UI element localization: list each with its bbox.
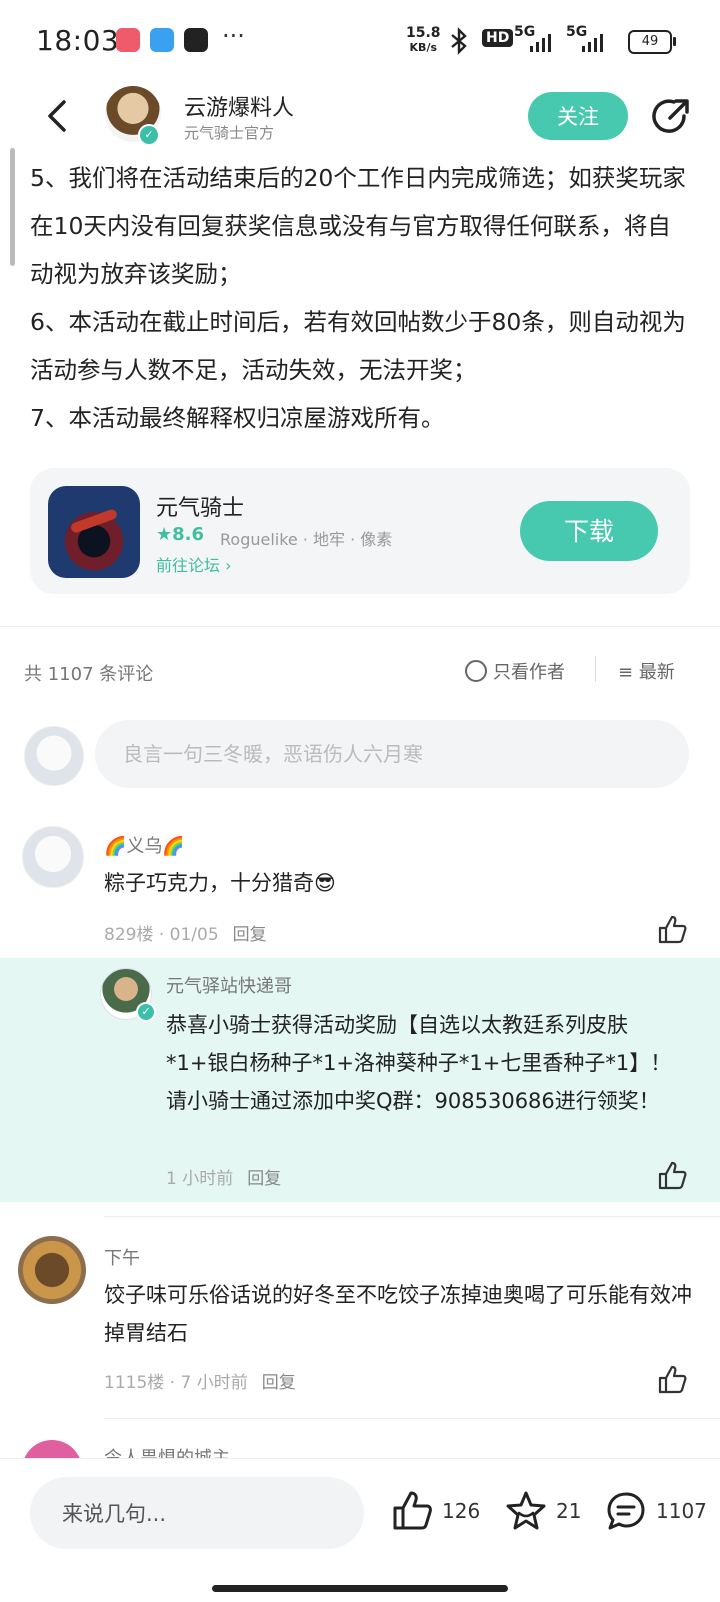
favorite-count: 21 [556, 1499, 582, 1523]
author-subtitle: 元气骑士官方 [184, 124, 275, 142]
favorite-star-icon[interactable] [504, 1489, 548, 1533]
like-icon[interactable] [390, 1489, 434, 1533]
bluetooth-icon [451, 27, 467, 55]
download-button[interactable]: 下载 [520, 501, 658, 561]
back-arrow-icon[interactable] [38, 96, 78, 136]
official-reply-box: ✓ 元气驿站快递哥 恭喜小骑士获得活动奖励【自选以太教廷系列皮肤*1+银白杨种子… [0, 958, 720, 1202]
bottom-action-bar: 来说几句... 126 21 1107 [0, 1458, 720, 1602]
scroll-indicator[interactable] [10, 148, 15, 266]
comment-input[interactable] [95, 720, 689, 788]
game-title[interactable]: 元气骑士 [156, 490, 244, 522]
only-author-label: 只看作者 [493, 662, 565, 683]
status-bar: 18:03 ··· 15.8 KB/s HD 5G 5G 49 [0, 0, 720, 82]
verified-badge-icon: ✓ [138, 124, 160, 146]
game-score: ★8.6 [156, 524, 205, 545]
comment-meta: 829楼 · 01/05 回复 [104, 925, 267, 945]
signal-icon-2 [582, 34, 603, 52]
sort-icon: ≡ [618, 662, 634, 683]
reply-verified-icon: ✓ [136, 1002, 156, 1022]
reply-reply-button[interactable]: 回复 [247, 1169, 281, 1189]
comment-bubble-icon[interactable] [604, 1489, 648, 1533]
comment-count-bottom: 1107 [656, 1499, 707, 1523]
commenter-name[interactable]: 下午 [104, 1244, 140, 1270]
article-paragraph-5: 5、我们将在活动结束后的20个工作日内完成筛选；如获奖玩家在10天内没有回复获奖… [30, 164, 686, 288]
comment-count: 共 1107 条评论 [24, 664, 154, 685]
article-paragraph-7: 7、本活动最终解释权归凉屋游戏所有。 [30, 404, 445, 432]
comment-divider [104, 1216, 720, 1217]
current-user-avatar [24, 726, 84, 786]
comment-divider [104, 1418, 720, 1419]
like-count: 126 [442, 1499, 481, 1523]
article-paragraph-6: 6、本活动在截止时间后，若有效回帖数少于80条，则自动视为活动参与人数不足，活动… [30, 308, 686, 384]
go-to-forum-link[interactable]: 前往论坛 › [156, 552, 232, 576]
signal-icon [530, 34, 551, 52]
network-speed: 15.8 KB/s [406, 25, 441, 54]
radio-icon [465, 660, 487, 682]
status-time: 18:03 [36, 24, 120, 57]
more-notifications-icon: ··· [222, 22, 245, 50]
write-comment-input[interactable]: 来说几句... [30, 1477, 364, 1549]
sort-latest-button[interactable]: ≡ 最新 [618, 658, 675, 684]
author-name[interactable]: 云游爆料人 [184, 90, 294, 122]
game-tags: Roguelike · 地牢 · 像素 [220, 530, 393, 549]
game-card[interactable]: 元气骑士 ★8.6 Roguelike · 地牢 · 像素 前往论坛 › 下载 [30, 468, 690, 594]
taptap-notification-icon [150, 28, 174, 52]
home-indicator[interactable] [212, 1585, 508, 1592]
follow-button[interactable]: 关注 [528, 92, 628, 140]
game-icon[interactable] [48, 486, 140, 578]
reply-like-icon[interactable] [656, 1160, 688, 1192]
video-notification-icon [184, 28, 208, 52]
section-divider [0, 626, 720, 627]
reply-meta: 1 小时前 回复 [166, 1169, 282, 1189]
comment-meta: 1115楼 · 7 小时前 回复 [104, 1373, 296, 1393]
app-notification-icon [116, 28, 140, 52]
only-author-toggle[interactable]: 只看作者 [465, 658, 565, 684]
comment-text: 粽子巧克力，十分猎奇😎 [104, 871, 336, 895]
comment-text: 饺子味可乐俗话说的好冬至不吃饺子冻掉迪奥喝了可乐能有效冲掉胃结石 [104, 1283, 692, 1345]
commenter-name[interactable]: 🌈义乌🌈 [104, 832, 185, 858]
share-icon[interactable] [650, 96, 692, 138]
reply-author-name[interactable]: 元气驿站快递哥 [166, 972, 292, 998]
battery-indicator: 49 [628, 30, 676, 54]
commenter-avatar[interactable] [22, 826, 84, 888]
reply-text: 恭喜小骑士获得活动奖励【自选以太教廷系列皮肤*1+银白杨种子*1+洛神葵种子*1… [166, 1013, 672, 1113]
like-icon[interactable] [656, 1364, 688, 1396]
reply-button[interactable]: 回复 [262, 1373, 296, 1393]
hd-badge: HD [482, 29, 514, 47]
like-icon[interactable] [656, 914, 688, 946]
filter-separator [595, 656, 596, 682]
reply-button[interactable]: 回复 [233, 925, 267, 945]
commenter-avatar[interactable] [18, 1236, 86, 1304]
